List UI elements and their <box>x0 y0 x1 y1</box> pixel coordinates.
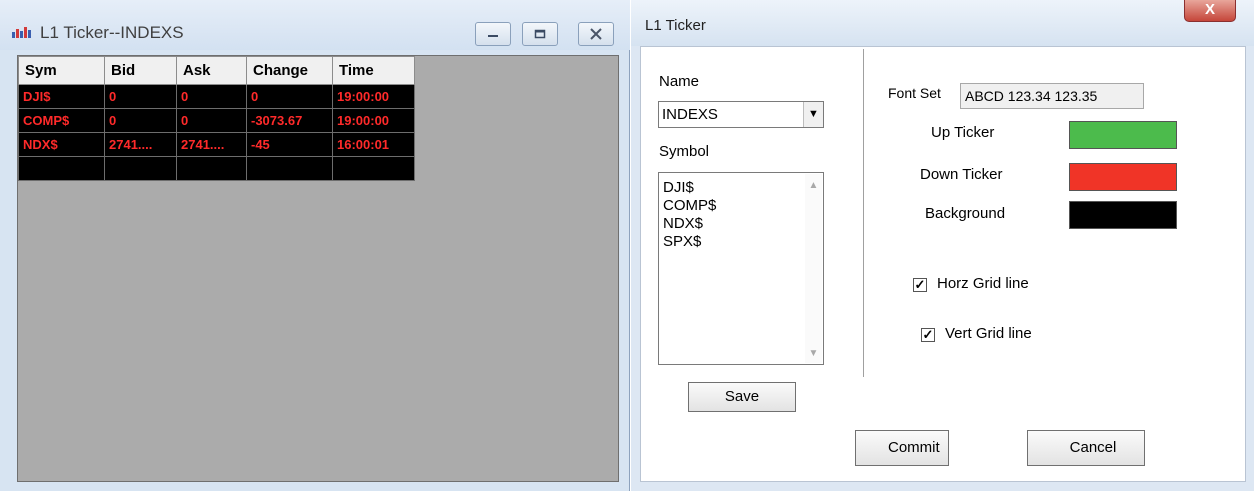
column-header-sym[interactable]: Sym <box>18 56 105 85</box>
commit-button[interactable]: Commit <box>855 430 949 466</box>
cell-change[interactable]: 0 <box>246 84 333 109</box>
cell-time[interactable] <box>332 156 415 181</box>
cell-time[interactable]: 16:00:01 <box>332 132 415 157</box>
cell-time[interactable]: 19:00:00 <box>332 108 415 133</box>
name-label: Name <box>659 73 700 90</box>
close-button[interactable] <box>578 22 614 46</box>
scroll-down-icon[interactable]: ▼ <box>805 348 822 359</box>
table-row[interactable]: NDX$ 2741.... 2741.... -45 16:00:01 <box>18 132 415 157</box>
cancel-button[interactable]: Cancel <box>1027 430 1145 466</box>
font-set-label: Font Set <box>888 85 941 101</box>
settings-dialog-title: L1 Ticker <box>645 17 706 34</box>
ticker-window: L1 Ticker--INDEXS Sym Bid Ask Change Tim… <box>0 0 630 491</box>
down-ticker-color-swatch[interactable] <box>1069 163 1177 191</box>
list-item[interactable]: COMP$ <box>663 197 716 215</box>
up-ticker-color-swatch[interactable] <box>1069 121 1177 149</box>
cell-bid[interactable]: 2741.... <box>104 132 177 157</box>
checkmark-icon: ✓ <box>914 277 926 292</box>
combobox-dropdown-button[interactable]: ▼ <box>803 102 823 127</box>
cell-change[interactable] <box>246 156 333 181</box>
ticker-app-icon <box>12 27 31 38</box>
column-header-ask[interactable]: Ask <box>176 56 247 85</box>
table-row[interactable] <box>18 156 415 181</box>
settings-titlebar[interactable]: L1 Ticker X <box>631 0 1254 46</box>
cell-time[interactable]: 19:00:00 <box>332 84 415 109</box>
list-item[interactable]: NDX$ <box>663 215 716 233</box>
cell-sym[interactable]: COMP$ <box>18 108 105 133</box>
cell-bid[interactable]: 0 <box>104 108 177 133</box>
name-combobox[interactable]: INDEXS ▼ <box>658 101 824 128</box>
column-header-bid[interactable]: Bid <box>104 56 177 85</box>
checkmark-icon: ✓ <box>922 327 934 342</box>
vert-grid-label[interactable]: Vert Grid line <box>945 325 1032 342</box>
cell-ask[interactable] <box>176 156 247 181</box>
down-ticker-label: Down Ticker <box>920 166 1003 183</box>
cell-bid[interactable]: 0 <box>104 84 177 109</box>
ticker-grid-header: Sym Bid Ask Change Time <box>18 56 415 85</box>
list-item[interactable]: SPX$ <box>663 233 716 251</box>
close-icon <box>590 28 602 40</box>
ticker-grid-area: Sym Bid Ask Change Time DJI$ 0 0 0 19:00… <box>17 55 619 482</box>
column-header-time[interactable]: Time <box>332 56 415 85</box>
settings-panel: Name INDEXS ▼ Symbol DJI$ COMP$ NDX$ SPX… <box>640 46 1246 482</box>
up-ticker-label: Up Ticker <box>931 124 995 141</box>
minimize-icon <box>488 35 498 37</box>
cell-ask[interactable]: 2741.... <box>176 132 247 157</box>
close-icon: X <box>1204 1 1215 18</box>
symbol-list: DJI$ COMP$ NDX$ SPX$ <box>663 179 716 251</box>
save-button[interactable]: Save <box>688 382 796 412</box>
ticker-grid: Sym Bid Ask Change Time DJI$ 0 0 0 19:00… <box>18 56 415 181</box>
name-combobox-value: INDEXS <box>662 106 718 123</box>
cell-ask[interactable]: 0 <box>176 84 247 109</box>
symbol-listbox[interactable]: DJI$ COMP$ NDX$ SPX$ ▲ ▼ <box>658 172 824 365</box>
background-label: Background <box>925 205 1006 222</box>
symbol-label: Symbol <box>659 143 710 160</box>
chevron-down-icon: ▼ <box>808 108 819 120</box>
table-row[interactable]: DJI$ 0 0 0 19:00:00 <box>18 84 415 109</box>
font-set-sample[interactable]: ABCD 123.34 123.35 <box>960 83 1144 109</box>
ticker-titlebar[interactable]: L1 Ticker--INDEXS <box>0 0 630 50</box>
list-item[interactable]: DJI$ <box>663 179 716 197</box>
cell-change[interactable]: -3073.67 <box>246 108 333 133</box>
minimize-button[interactable] <box>475 22 511 46</box>
maximize-icon <box>534 29 546 39</box>
cell-change[interactable]: -45 <box>246 132 333 157</box>
table-row[interactable]: COMP$ 0 0 -3073.67 19:00:00 <box>18 108 415 133</box>
cell-sym[interactable] <box>18 156 105 181</box>
horz-grid-label[interactable]: Horz Grid line <box>937 275 1029 292</box>
background-color-swatch[interactable] <box>1069 201 1177 229</box>
panel-divider <box>863 49 864 377</box>
cell-sym[interactable]: NDX$ <box>18 132 105 157</box>
cell-bid[interactable] <box>104 156 177 181</box>
vert-grid-checkbox[interactable]: ✓ <box>921 328 935 342</box>
horz-grid-checkbox[interactable]: ✓ <box>913 278 927 292</box>
cell-sym[interactable]: DJI$ <box>18 84 105 109</box>
ticker-window-title: L1 Ticker--INDEXS <box>40 23 184 42</box>
maximize-button[interactable] <box>522 22 558 46</box>
scroll-up-icon[interactable]: ▲ <box>805 180 822 191</box>
symbol-list-scrollbar[interactable]: ▲ ▼ <box>805 174 822 363</box>
column-header-change[interactable]: Change <box>246 56 333 85</box>
dialog-close-button[interactable]: X <box>1184 0 1236 22</box>
cell-ask[interactable]: 0 <box>176 108 247 133</box>
settings-dialog: L1 Ticker X Name INDEXS ▼ Symbol DJI$ CO… <box>631 0 1254 491</box>
